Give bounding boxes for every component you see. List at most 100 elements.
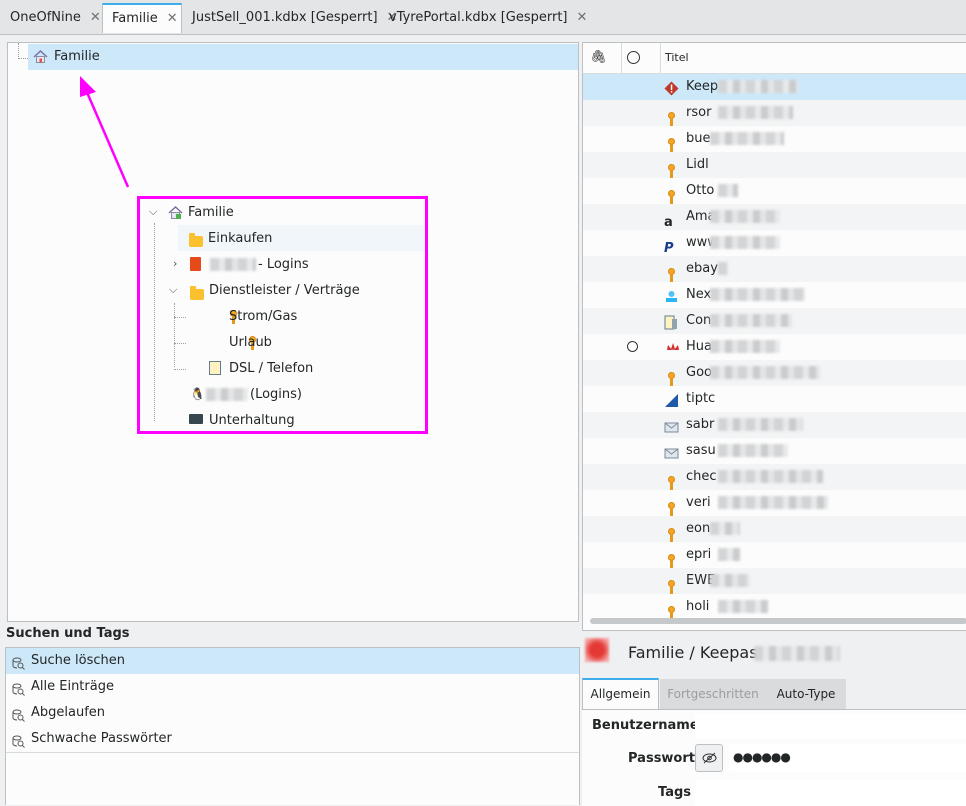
table-row[interactable]: holi: [583, 594, 966, 620]
tab-vtyreportal[interactable]: vTyrePortal.kdbx [Gesperrt] ✕: [379, 3, 587, 33]
entry-title: tiptc: [686, 391, 716, 406]
eye-off-icon: [702, 752, 717, 764]
tree-item-logins2[interactable]: (Logins): [250, 387, 302, 402]
search-tags-list: Suche löschen Alle Einträge Abgelaufen S…: [5, 647, 580, 805]
table-row[interactable]: Hua: [583, 334, 966, 360]
attachment-column-icon[interactable]: 🖇: [590, 50, 607, 65]
tab-fortgeschritten[interactable]: Fortgeschritten: [660, 679, 766, 709]
tree-item-familie[interactable]: Familie: [28, 44, 578, 70]
chevron-down-icon[interactable]: ⌵: [169, 283, 177, 297]
search-item-all[interactable]: Alle Einträge: [6, 674, 579, 700]
table-row[interactable]: Con: [583, 308, 966, 334]
contact-book-icon: [190, 257, 201, 271]
tree-item-dienstleister[interactable]: Dienstleister / Verträge: [209, 283, 360, 298]
tree-item-einkaufen[interactable]: Einkaufen: [178, 225, 425, 251]
entry-title: rsor: [686, 105, 712, 120]
tab-autotype[interactable]: Auto-Type: [766, 679, 846, 709]
tab-allgemein[interactable]: Allgemein: [582, 678, 659, 709]
table-row[interactable]: EWE: [583, 568, 966, 594]
key-icon: [664, 600, 679, 620]
entry-title: eon: [686, 521, 711, 536]
triangle-icon: [664, 392, 679, 407]
key-icon: [664, 262, 679, 282]
search-db-icon: [12, 732, 25, 748]
table-row[interactable]: a Ama: [583, 204, 966, 230]
username-field[interactable]: [695, 714, 966, 739]
tree-item-strom[interactable]: Strom/Gas: [229, 309, 297, 324]
close-icon[interactable]: ✕: [90, 10, 101, 25]
close-icon[interactable]: ✕: [167, 11, 178, 26]
tab-bar: OneOfNine ✕ Familie ✕ JustSell_001.kdbx [G…: [0, 0, 966, 35]
entry-rows: Keep rsor bue Lidl Otto a Ama Pwww ebay Nex Con Hua…: [583, 74, 966, 620]
search-db-icon: [12, 654, 25, 670]
inset-root-label: Familie: [188, 205, 234, 220]
folder-icon: [190, 286, 204, 300]
table-row[interactable]: sasu: [583, 438, 966, 464]
key-icon: [664, 496, 679, 516]
expiry-clock-icon: [627, 341, 638, 352]
entry-table: 🖇 Titel Keep rsor bue Lidl Otto a Ama Pwww ebay N…: [582, 42, 966, 631]
table-row[interactable]: ebay: [583, 256, 966, 282]
key-icon: [664, 158, 679, 178]
search-item-expired[interactable]: Abgelaufen: [6, 700, 579, 726]
entry-title: Con: [686, 313, 712, 328]
table-row[interactable]: eon: [583, 516, 966, 542]
phone-doc-icon: [209, 361, 221, 375]
tree-item-unterhaltung[interactable]: Unterhaltung: [209, 413, 295, 428]
search-item-clear[interactable]: Suche löschen: [6, 648, 579, 674]
mail-icon: [664, 444, 679, 459]
entry-title: Keep: [686, 79, 719, 94]
warning-icon: [664, 80, 679, 96]
key-icon: [664, 106, 679, 126]
table-row[interactable]: tiptc: [583, 386, 966, 412]
entry-detail: Familie / Keepass Allgemein Fortgeschrit…: [582, 631, 966, 806]
entry-title: veri: [686, 495, 711, 510]
toggle-password-button[interactable]: [695, 744, 723, 772]
entry-title: bue: [686, 131, 711, 146]
phone-icon: [664, 314, 679, 330]
search-db-icon: [12, 706, 25, 722]
entry-title: sabr: [686, 417, 715, 432]
password-label: Passwort: [628, 751, 695, 766]
horizontal-scrollbar[interactable]: [590, 618, 966, 624]
entry-title: Lidl: [686, 157, 709, 172]
tree-item-urlaub[interactable]: Urlaub: [229, 335, 272, 350]
table-row[interactable]: Otto: [583, 178, 966, 204]
key-icon: [664, 574, 679, 594]
home-icon: [168, 205, 183, 224]
chevron-right-icon[interactable]: ›: [173, 257, 177, 270]
table-row[interactable]: rsor: [583, 100, 966, 126]
huawei-icon: [664, 340, 679, 355]
key-icon: [664, 184, 679, 204]
table-row[interactable]: Goo: [583, 360, 966, 386]
table-row[interactable]: chec: [583, 464, 966, 490]
table-row[interactable]: sabr: [583, 412, 966, 438]
entry-warning-icon: [585, 638, 609, 662]
tree-item-dsl[interactable]: DSL / Telefon: [229, 361, 313, 376]
annotation-inset-tree: ⌵ Familie Einkaufen › - Logins ⌵ Dienstl…: [137, 196, 428, 434]
table-row[interactable]: veri: [583, 490, 966, 516]
tab-oneofnine[interactable]: OneOfNine ✕: [0, 3, 101, 33]
chevron-down-icon[interactable]: ⌵: [149, 205, 157, 219]
table-row[interactable]: Keep: [583, 74, 966, 100]
table-row[interactable]: bue: [583, 126, 966, 152]
entry-title: chec: [686, 469, 717, 484]
entry-title: Hua: [686, 339, 712, 354]
entry-title: Nex: [686, 287, 712, 302]
tags-field[interactable]: [695, 780, 966, 806]
table-header: 🖇 Titel: [583, 43, 966, 74]
table-row[interactable]: Lidl: [583, 152, 966, 178]
search-item-weak-passwords[interactable]: Schwache Passwörter: [6, 726, 579, 752]
tab-familie[interactable]: Familie ✕: [102, 3, 182, 33]
table-row[interactable]: Nex: [583, 282, 966, 308]
clock-column-icon[interactable]: [627, 51, 640, 64]
detail-general-panel: Benutzername Passwort ●●●●●● Tags: [582, 709, 966, 806]
title-column-header[interactable]: Titel: [665, 51, 689, 64]
network-icon: [664, 288, 679, 303]
table-row[interactable]: epri: [583, 542, 966, 568]
table-row[interactable]: Pwww: [583, 230, 966, 256]
tab-justsell[interactable]: JustSell_001.kdbx [Gesperrt] ✕: [182, 3, 397, 33]
paypal-icon: P: [664, 241, 674, 256]
password-field[interactable]: ●●●●●●: [729, 744, 966, 772]
close-icon[interactable]: ✕: [577, 10, 588, 25]
